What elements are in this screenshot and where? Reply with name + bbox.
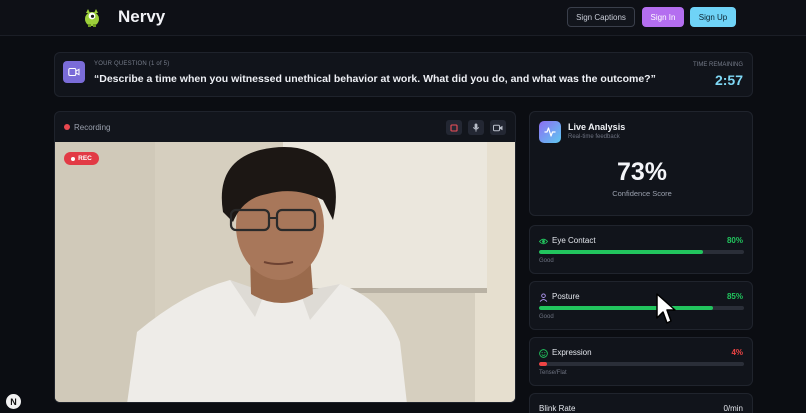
top-navigation-bar: Nervy Sign Captions Sign In Sign Up — [0, 0, 806, 36]
metric-value: 80% — [726, 236, 743, 245]
metric-value: 4% — [731, 348, 743, 357]
metric-progress-track — [539, 306, 744, 310]
metric-progress-track — [539, 362, 744, 366]
webcam-scene — [55, 142, 515, 402]
confidence-score-value: 73% — [616, 158, 668, 186]
metric-eye-contact: Eye Contact 80% Good — [529, 225, 753, 274]
blink-rate-label: Blink Rate — [539, 404, 576, 413]
eye-icon — [539, 238, 548, 245]
metric-value: 85% — [726, 292, 743, 301]
webcam-video-feed: REC — [55, 142, 515, 402]
metric-expression: Expression 4% Tense/Flat — [529, 337, 753, 386]
time-remaining-value: 2:57 — [714, 72, 743, 88]
stop-icon — [450, 123, 458, 132]
corner-logo-badge[interactable]: N — [6, 394, 21, 409]
smile-icon — [539, 349, 548, 358]
metric-blink-rate: Blink Rate 0/min — [529, 393, 753, 413]
question-text: “Describe a time when you witnessed unet… — [94, 73, 656, 85]
activity-icon — [539, 121, 561, 143]
sign-up-button[interactable]: Sign Up — [690, 7, 736, 27]
video-question-icon — [63, 61, 85, 83]
metric-progress-fill — [539, 250, 703, 254]
metric-status: Tense/Flat — [539, 370, 567, 376]
question-counter-label: YOUR QUESTION (1 of 5) — [94, 61, 170, 67]
sign-captions-button[interactable]: Sign Captions — [567, 7, 635, 27]
question-card: YOUR QUESTION (1 of 5) “Describe a time … — [54, 52, 753, 97]
metric-name: Posture — [552, 292, 580, 301]
mic-icon — [472, 123, 480, 132]
live-analysis-subtitle: Real-time feedback — [568, 134, 620, 140]
recording-status-label: Recording — [74, 123, 111, 132]
mascot-logo-icon — [85, 9, 99, 27]
rec-dot-icon — [71, 156, 76, 161]
live-analysis-panel: Live Analysis Real-time feedback 73% Con… — [529, 111, 753, 216]
sign-in-button[interactable]: Sign In — [642, 7, 684, 27]
recording-indicator-icon — [64, 124, 70, 130]
camera-button[interactable] — [490, 120, 506, 135]
live-analysis-title: Live Analysis — [568, 122, 626, 132]
rec-badge: REC — [64, 152, 99, 165]
metric-progress-track — [539, 250, 744, 254]
metric-name: Expression — [552, 348, 592, 357]
microphone-button[interactable] — [468, 120, 484, 135]
metric-progress-fill — [539, 306, 714, 310]
video-recording-card: Recording REC — [54, 111, 516, 403]
time-remaining-label: TIME REMAINING — [692, 62, 743, 68]
metric-name: Eye Contact — [552, 236, 596, 245]
brand-name[interactable]: Nervy — [118, 7, 165, 27]
confidence-score-label: Confidence Score — [612, 189, 672, 198]
stop-recording-button[interactable] — [446, 120, 462, 135]
camera-icon — [493, 124, 503, 131]
metric-posture: Posture 85% Good — [529, 281, 753, 330]
person-icon — [539, 293, 548, 302]
metric-status: Good — [539, 258, 554, 264]
metric-progress-fill — [539, 362, 548, 366]
blink-rate-value: 0/min — [723, 404, 743, 413]
metric-status: Good — [539, 314, 554, 320]
rec-badge-label: REC — [78, 155, 92, 162]
mouse-cursor-icon — [656, 293, 676, 324]
